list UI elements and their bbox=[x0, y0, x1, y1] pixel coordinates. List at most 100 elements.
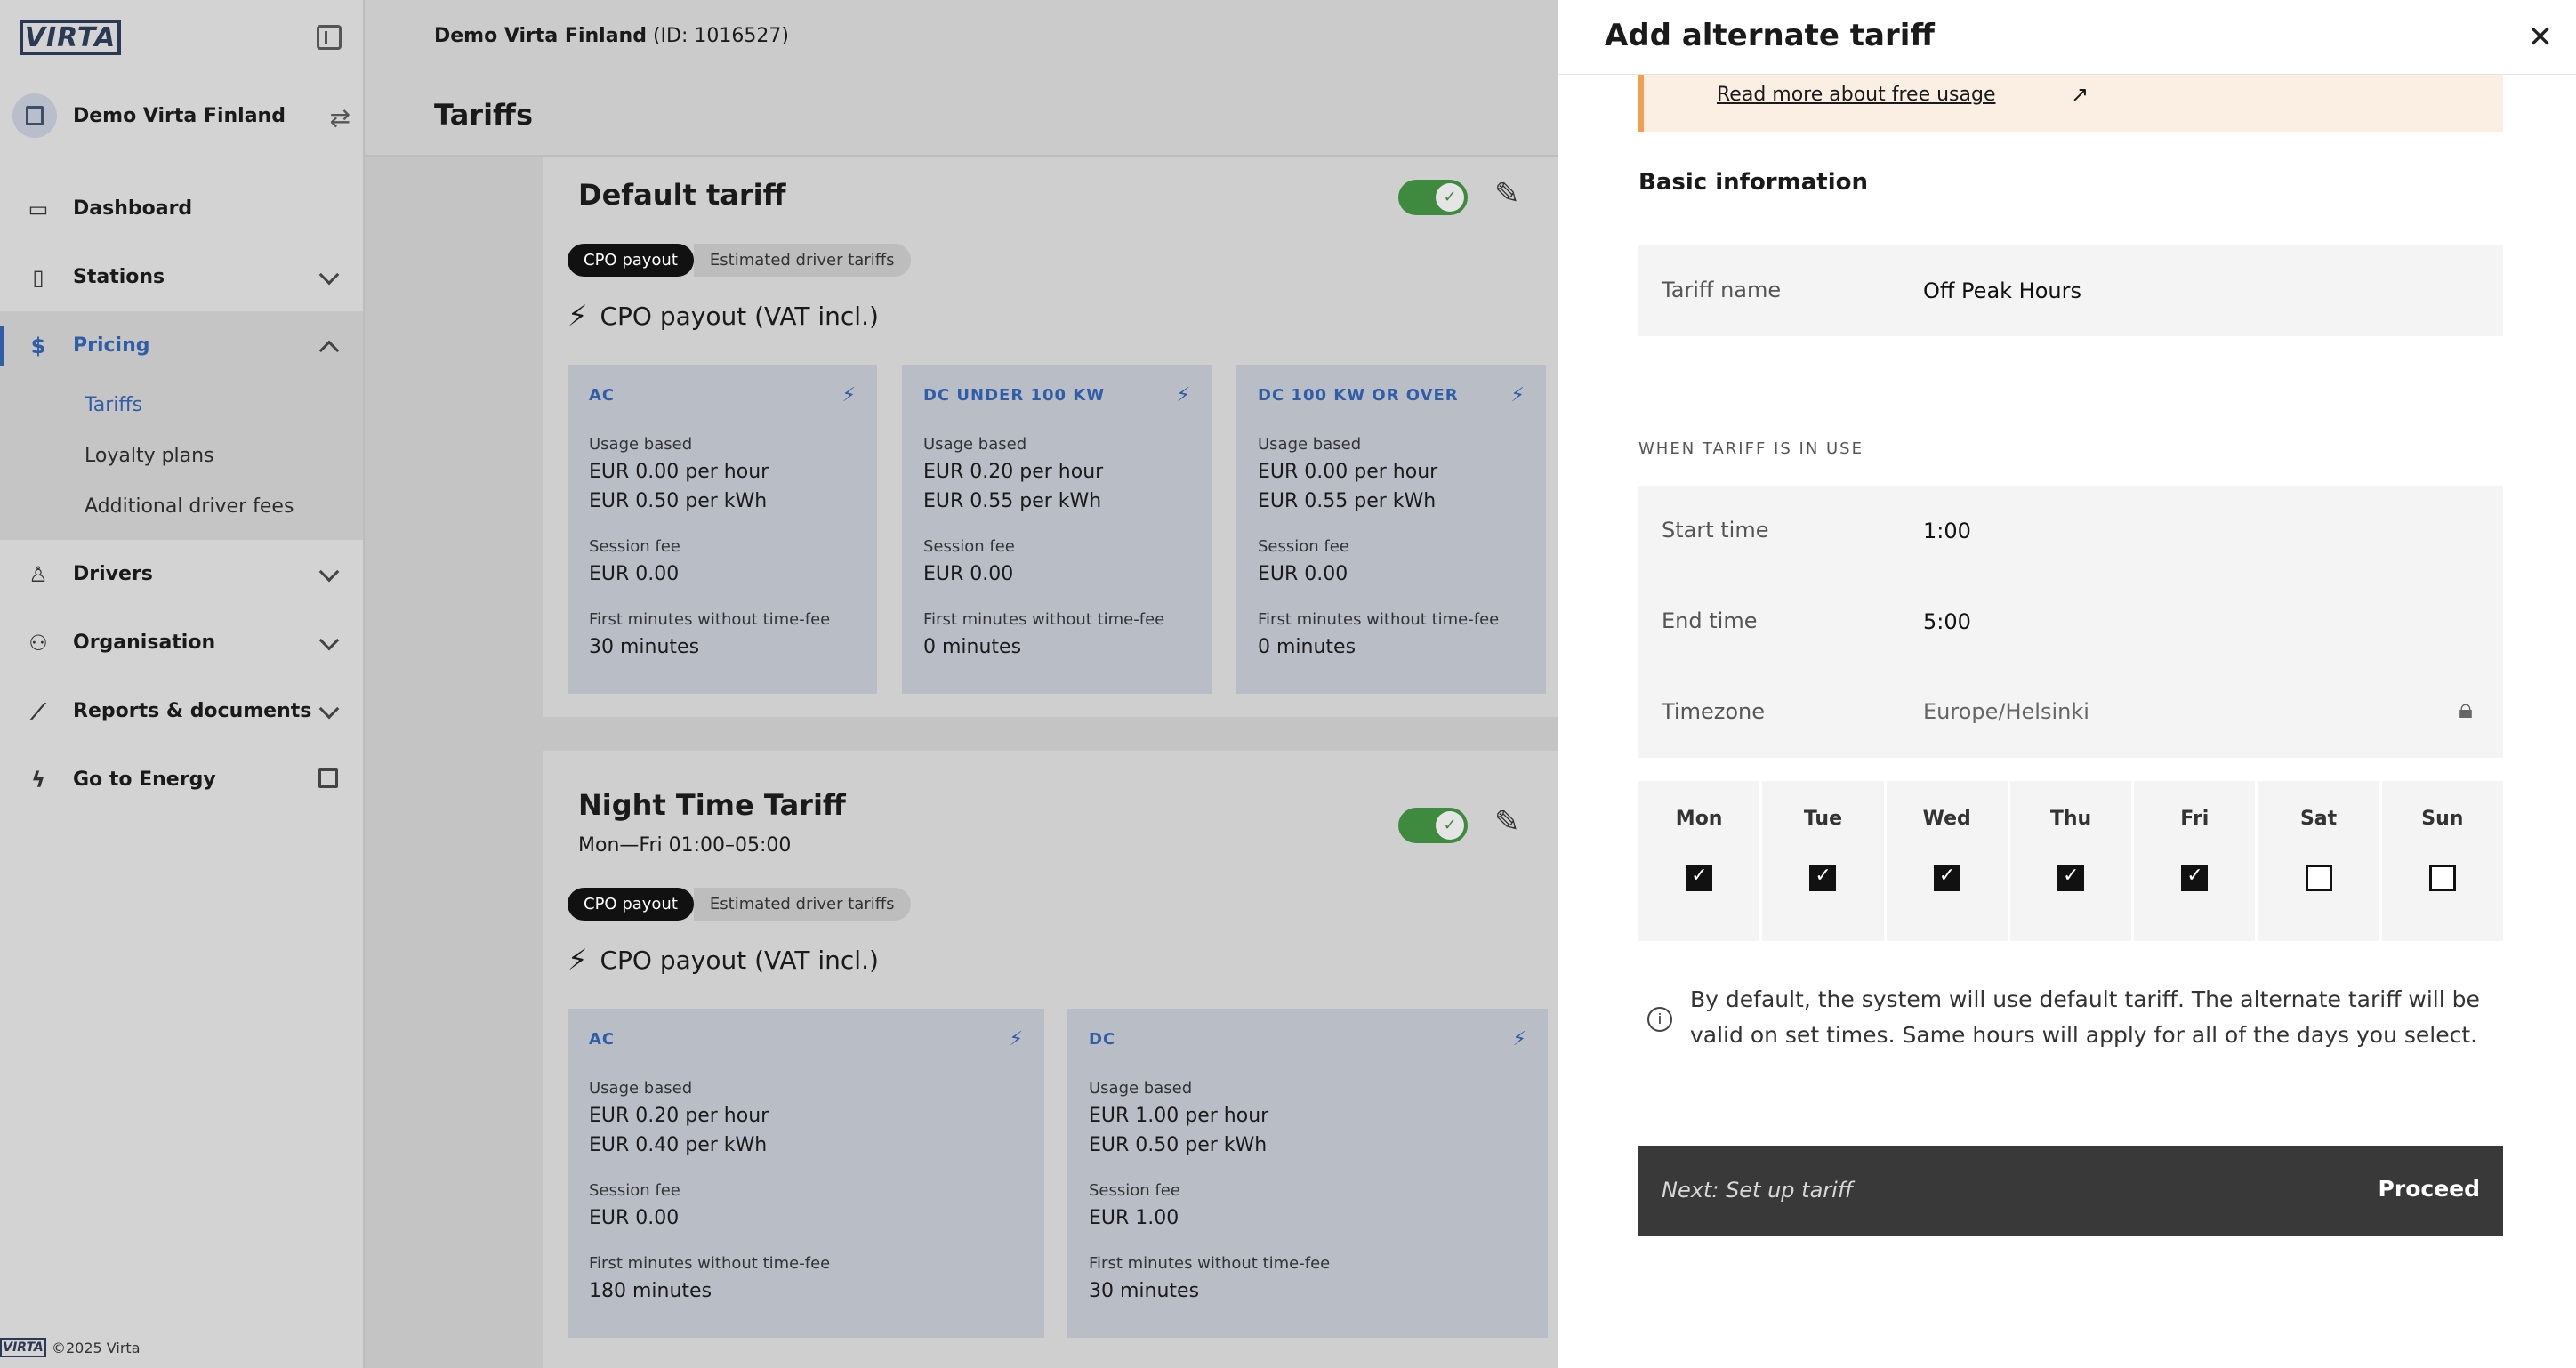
payout-tab-switch: CPO payout Estimated driver tariffs bbox=[568, 886, 911, 921]
per-hour-value: EUR 0.20 per hour bbox=[589, 1105, 769, 1127]
info-icon: i bbox=[1647, 1007, 1672, 1032]
close-icon[interactable]: ✕ bbox=[2528, 20, 2554, 55]
per-kwh-value: EUR 0.50 per kWh bbox=[589, 490, 768, 512]
day-checkbox-sat[interactable] bbox=[2305, 865, 2332, 891]
org-heading-name: Demo Virta Finland bbox=[434, 25, 647, 47]
proceed-button[interactable]: Proceed bbox=[2379, 1176, 2480, 1202]
section-title: Basic information bbox=[1638, 169, 1868, 196]
sidebar: VIRTA Demo Virta Finland ⇄ ▭ Dashboard ▯… bbox=[0, 0, 365, 1368]
tariff-name-input[interactable] bbox=[1923, 270, 2457, 311]
external-link-icon: ↗ bbox=[2071, 82, 2089, 107]
read-more-free-usage-link[interactable]: Read more about free usage bbox=[1717, 84, 1995, 106]
payout-heading-text: CPO payout (VAT incl.) bbox=[600, 945, 879, 975]
chart-icon: ⟋ bbox=[30, 698, 46, 724]
charger-icon: ▯ bbox=[32, 264, 44, 290]
day-label: Fri bbox=[2180, 808, 2210, 830]
copyright-footer: VIRTA ©2025 Virta bbox=[0, 1338, 141, 1357]
tab-cpo-payout[interactable]: CPO payout bbox=[568, 243, 694, 277]
first-minutes-label: First minutes without time-fee bbox=[589, 610, 831, 629]
usage-label: Usage based bbox=[1089, 1079, 1193, 1098]
day-label: Mon bbox=[1675, 808, 1723, 830]
tab-estimated-driver-tariffs[interactable]: Estimated driver tariffs bbox=[693, 243, 911, 277]
day-checkbox-mon[interactable] bbox=[1686, 865, 1713, 891]
price-box-type: DC UNDER 100 KW bbox=[923, 386, 1106, 405]
day-checkbox-thu[interactable] bbox=[2057, 865, 2084, 891]
first-minutes-label: First minutes without time-fee bbox=[1089, 1254, 1331, 1273]
session-fee-value: EUR 0.00 bbox=[923, 563, 1014, 585]
pricing-icon: ⚡ bbox=[1176, 384, 1190, 406]
sidebar-subitem-tariffs[interactable]: Tariffs bbox=[0, 380, 363, 431]
day-checkbox-tue[interactable] bbox=[1809, 865, 1837, 891]
end-time-input[interactable] bbox=[1923, 601, 2457, 642]
session-label: Session fee bbox=[589, 537, 680, 556]
tariff-active-toggle[interactable] bbox=[1398, 808, 1468, 843]
day-label: Tue bbox=[1803, 808, 1843, 830]
day-wed: Wed bbox=[1886, 781, 2008, 941]
sidebar-item-stations[interactable]: ▯ Stations bbox=[0, 243, 363, 311]
switch-icon[interactable]: ⇄ bbox=[330, 103, 350, 133]
payout-heading-text: CPO payout (VAT incl.) bbox=[600, 301, 879, 331]
virta-logo[interactable]: VIRTA bbox=[20, 20, 121, 55]
sidebar-item-label: Go to Energy bbox=[73, 768, 216, 791]
per-hour-value: EUR 0.00 per hour bbox=[589, 461, 769, 483]
top-bar: Demo Virta Finland (ID: 1016527) Tariffs bbox=[365, 0, 1558, 157]
dollar-icon: $ bbox=[30, 333, 46, 358]
pricing-icon: ⚡ bbox=[1009, 1028, 1023, 1050]
sidebar-item-dashboard[interactable]: ▭ Dashboard bbox=[0, 174, 363, 243]
session-fee-value: EUR 0.00 bbox=[589, 563, 680, 585]
page-title: Tariffs bbox=[434, 98, 534, 132]
first-minutes-value: 180 minutes bbox=[589, 1280, 712, 1302]
sidebar-nav: ▭ Dashboard ▯ Stations $ Pricing Tariffs… bbox=[0, 174, 363, 814]
tariff-schedule: Mon—Fri 01:00–05:00 bbox=[578, 834, 792, 857]
per-hour-value: EUR 0.20 per hour bbox=[923, 461, 1104, 483]
add-alternate-tariff-panel: Read more about free usage ↗ Add alterna… bbox=[1558, 0, 2576, 1368]
day-checkbox-wed[interactable] bbox=[1933, 865, 1960, 891]
first-minutes-label: First minutes without time-fee bbox=[1258, 610, 1500, 629]
proceed-bar[interactable]: Next: Set up tariff Proceed bbox=[1638, 1146, 2503, 1236]
day-sat: Sat bbox=[2258, 781, 2379, 941]
day-label: Sun bbox=[2421, 808, 2464, 830]
sidebar-item-pricing[interactable]: $ Pricing bbox=[0, 311, 363, 380]
timezone-value: Europe/Helsinki bbox=[1923, 699, 2089, 724]
tariff-name-field: Tariff name bbox=[1638, 245, 2503, 336]
sidebar-item-go-to-energy[interactable]: ϟ Go to Energy bbox=[0, 745, 363, 814]
collapse-sidebar-icon[interactable] bbox=[317, 25, 342, 50]
day-thu: Thu bbox=[2009, 781, 2132, 941]
first-minutes-value: 0 minutes bbox=[1258, 636, 1356, 658]
day-checkbox-fri[interactable] bbox=[2181, 865, 2209, 891]
start-time-input[interactable] bbox=[1923, 511, 2457, 551]
tariff-active-toggle[interactable] bbox=[1398, 180, 1468, 215]
tab-estimated-driver-tariffs[interactable]: Estimated driver tariffs bbox=[693, 887, 911, 921]
first-minutes-label: First minutes without time-fee bbox=[923, 610, 1165, 629]
free-usage-notice: Read more about free usage ↗ bbox=[1638, 75, 2503, 132]
sidebar-item-label: Stations bbox=[73, 266, 165, 288]
sidebar-subitem-additional-driver-fees[interactable]: Additional driver fees bbox=[0, 481, 363, 540]
payout-heading: ⚡ CPO payout (VAT incl.) bbox=[568, 943, 879, 977]
sidebar-item-reports[interactable]: ⟋ Reports & documents bbox=[0, 677, 363, 745]
org-switcher[interactable]: Demo Virta Finland ⇄ bbox=[12, 93, 350, 139]
end-time-label: End time bbox=[1662, 608, 1758, 633]
price-box-type: DC bbox=[1089, 1030, 1116, 1049]
pricing-icon: ⚡ bbox=[1512, 1028, 1526, 1050]
edit-pencil-icon[interactable]: ✎ bbox=[1494, 804, 1520, 840]
tariff-title: Night Time Tariff bbox=[578, 788, 846, 822]
start-time-label: Start time bbox=[1662, 518, 1769, 543]
dashboard-icon: ▭ bbox=[28, 196, 49, 221]
price-box-type: DC 100 KW OR OVER bbox=[1258, 386, 1459, 405]
lightning-icon: ϟ bbox=[31, 767, 45, 793]
sidebar-item-organisation[interactable]: ⚇ Organisation bbox=[0, 608, 363, 677]
tariff-card-night-time: Night Time Tariff Mon—Fri 01:00–05:00 ✎ … bbox=[543, 751, 1558, 1368]
price-box: AC ⚡ Usage based EUR 0.20 per hour EUR 0… bbox=[568, 1009, 1044, 1338]
price-box: DC UNDER 100 KW ⚡ Usage based EUR 0.20 p… bbox=[902, 365, 1212, 694]
pricing-group: $ Pricing Tariffs Loyalty plans Addition… bbox=[0, 311, 363, 540]
when-in-use-caption: WHEN TARIFF IS IN USE bbox=[1638, 439, 1864, 458]
sidebar-item-drivers[interactable]: ♙ Drivers bbox=[0, 540, 363, 608]
payout-tab-switch: CPO payout Estimated driver tariffs bbox=[568, 242, 911, 278]
day-checkbox-sun[interactable] bbox=[2428, 865, 2456, 891]
tab-cpo-payout[interactable]: CPO payout bbox=[568, 887, 694, 921]
edit-pencil-icon[interactable]: ✎ bbox=[1494, 176, 1520, 212]
timezone-label: Timezone bbox=[1662, 699, 1765, 724]
main-content: Demo Virta Finland (ID: 1016527) Tariffs… bbox=[365, 0, 1558, 1368]
sidebar-subitem-loyalty-plans[interactable]: Loyalty plans bbox=[0, 431, 363, 481]
lock-icon: 🔒︎ bbox=[2459, 694, 2473, 725]
